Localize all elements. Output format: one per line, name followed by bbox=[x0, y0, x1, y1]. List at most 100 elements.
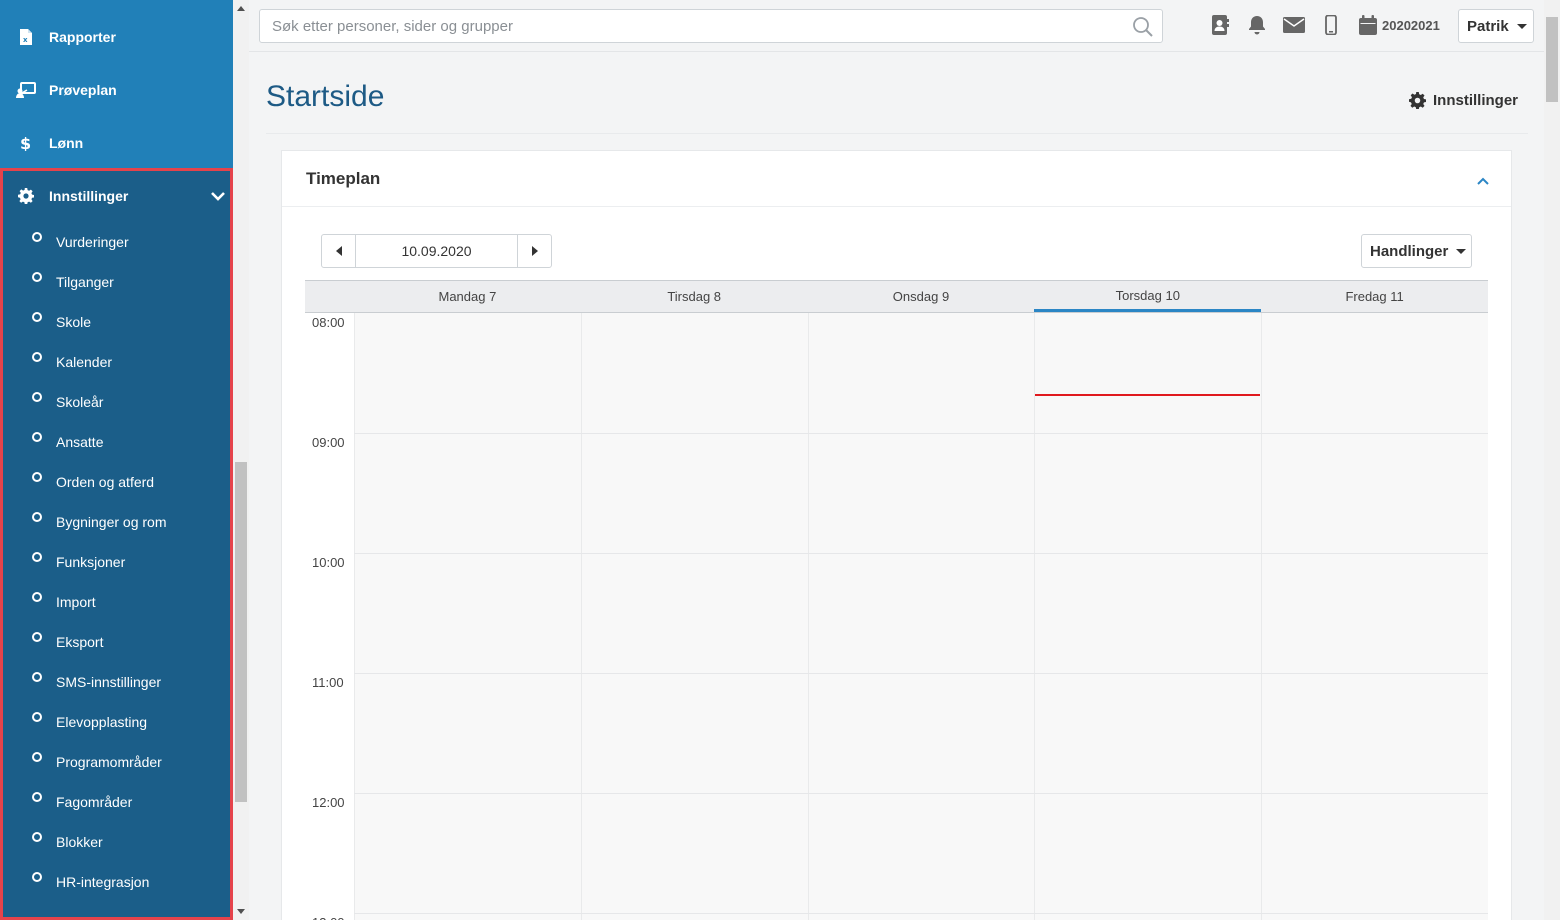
timeplan-header: Timeplan bbox=[282, 151, 1511, 207]
settings-item-label: Import bbox=[56, 594, 96, 610]
search-input[interactable] bbox=[260, 10, 1120, 42]
bell-icon[interactable] bbox=[1246, 13, 1268, 37]
report-icon: x bbox=[16, 27, 36, 47]
scroll-up-arrow-icon[interactable] bbox=[237, 6, 245, 11]
scroll-down-arrow-icon[interactable] bbox=[237, 909, 245, 914]
settings-item-label: Blokker bbox=[56, 834, 103, 850]
day-header: Onsdag 9 bbox=[892, 289, 950, 304]
previous-week-button[interactable] bbox=[322, 235, 356, 267]
circle-icon bbox=[32, 472, 42, 482]
page-settings-button[interactable]: Innstillinger bbox=[1409, 92, 1519, 110]
settings-item-label: Kalender bbox=[56, 354, 113, 370]
caret-down-icon bbox=[1456, 248, 1467, 254]
sidebar-item-label: Rapporter bbox=[49, 28, 116, 45]
circle-icon bbox=[32, 352, 42, 362]
circle-icon bbox=[32, 712, 42, 722]
settings-item-label: Bygninger og rom bbox=[56, 514, 167, 530]
timeplan-title: Timeplan bbox=[306, 168, 381, 188]
settings-item[interactable]: Skole bbox=[3, 301, 230, 341]
hour-gridline bbox=[354, 433, 1488, 434]
user-menu-button[interactable]: Patrik bbox=[1458, 9, 1534, 43]
presentation-icon bbox=[16, 80, 36, 100]
settings-item[interactable]: Blokker bbox=[3, 821, 230, 861]
chevron-up-icon[interactable] bbox=[1477, 172, 1489, 185]
settings-item-label: Ansatte bbox=[56, 434, 104, 450]
page-settings-label: Innstillinger bbox=[1433, 92, 1519, 109]
current-time-indicator bbox=[1035, 394, 1261, 396]
user-name: Patrik bbox=[1467, 17, 1509, 35]
hour-gridline bbox=[354, 793, 1488, 794]
circle-icon bbox=[32, 552, 42, 562]
dollar-icon: $ bbox=[16, 133, 36, 153]
settings-submenu: Vurderinger Tilganger Skole Kalender Skoleår… bbox=[3, 221, 230, 901]
chevron-down-icon bbox=[210, 188, 226, 204]
day-column[interactable] bbox=[1034, 313, 1262, 920]
date-picker[interactable]: 10.09.2020 bbox=[356, 235, 517, 267]
hour-gridline bbox=[354, 913, 1488, 914]
settings-item[interactable]: Elevopplasting bbox=[3, 701, 230, 741]
settings-item[interactable]: Kalender bbox=[3, 341, 230, 381]
day-column[interactable] bbox=[1261, 313, 1488, 920]
search-icon[interactable] bbox=[1132, 16, 1154, 38]
settings-item[interactable]: Funksjoner bbox=[3, 541, 230, 581]
mail-icon[interactable] bbox=[1283, 13, 1305, 37]
page-scrollbar[interactable] bbox=[1544, 0, 1560, 920]
page-title: Startside bbox=[266, 80, 385, 113]
sidebar-item-innstillinger[interactable]: Innstillinger bbox=[3, 171, 230, 221]
day-column[interactable] bbox=[807, 313, 1035, 920]
time-label: 11:00 bbox=[312, 675, 344, 690]
date-navigator: 10.09.2020 bbox=[321, 234, 552, 268]
contacts-icon[interactable] bbox=[1209, 13, 1231, 37]
circle-icon bbox=[32, 272, 42, 282]
settings-item[interactable]: Orden og atferd bbox=[3, 461, 230, 501]
settings-item-label: SMS-innstillinger bbox=[56, 674, 162, 690]
sidebar-item-proveplan[interactable]: Prøveplan bbox=[0, 63, 233, 116]
sidebar-item-rapporter[interactable]: x Rapporter bbox=[0, 10, 233, 63]
calendar-day-header: Mandag 7 Tirsdag 8 Onsdag 9 Torsdag 10 Freda… bbox=[305, 280, 1488, 313]
time-label: 09:00 bbox=[312, 435, 345, 450]
settings-item-label: Tilganger bbox=[56, 274, 114, 290]
settings-item[interactable]: Programområder bbox=[3, 741, 230, 781]
settings-item[interactable]: HR-integrasjon bbox=[3, 861, 230, 901]
settings-item[interactable]: Fagområder bbox=[3, 781, 230, 821]
settings-item[interactable]: Import bbox=[3, 581, 230, 621]
day-column[interactable] bbox=[354, 313, 581, 920]
circle-icon bbox=[32, 392, 42, 402]
settings-item[interactable]: SMS-innstillinger bbox=[3, 661, 230, 701]
settings-item[interactable]: Skoleår bbox=[3, 381, 230, 421]
sidebar-item-label: Innstillinger bbox=[49, 188, 129, 204]
caret-down-icon bbox=[1516, 23, 1527, 29]
day-column[interactable] bbox=[580, 313, 808, 920]
circle-icon bbox=[32, 672, 42, 682]
settings-item[interactable]: Ansatte bbox=[3, 421, 230, 461]
school-year-label[interactable]: 20202021 bbox=[1382, 18, 1440, 33]
sidebar-scrollbar-thumb[interactable] bbox=[235, 462, 247, 802]
sidebar-item-lonn[interactable]: $ Lønn bbox=[0, 116, 233, 169]
sidebar: x Rapporter Prøveplan $ Lønn Innstilling… bbox=[0, 0, 233, 920]
settings-item[interactable]: Vurderinger bbox=[3, 221, 230, 261]
caret-left-icon bbox=[335, 246, 342, 256]
settings-item-label: HR-integrasjon bbox=[56, 874, 150, 890]
calendar-icon[interactable] bbox=[1357, 13, 1379, 37]
actions-dropdown[interactable]: Handlinger bbox=[1361, 234, 1472, 268]
actions-label: Handlinger bbox=[1370, 242, 1449, 260]
gear-icon bbox=[16, 186, 36, 206]
circle-icon bbox=[32, 752, 42, 762]
mobile-icon[interactable] bbox=[1320, 13, 1342, 37]
settings-item[interactable]: Eksport bbox=[3, 621, 230, 661]
settings-item[interactable]: Bygninger og rom bbox=[3, 501, 230, 541]
settings-item-label: Elevopplasting bbox=[56, 714, 148, 730]
time-label: 13:00 bbox=[312, 915, 345, 920]
settings-item-label: Programområder bbox=[56, 754, 162, 770]
next-week-button[interactable] bbox=[517, 235, 551, 267]
settings-section: Innstillinger Vurderinger Tilganger Skole K… bbox=[0, 168, 233, 920]
settings-item[interactable]: Tilganger bbox=[3, 261, 230, 301]
sidebar-scrollbar[interactable] bbox=[233, 0, 249, 920]
settings-item-label: Skole bbox=[56, 314, 92, 330]
page-scrollbar-thumb[interactable] bbox=[1546, 17, 1558, 102]
header-icons: 20202021 bbox=[1209, 13, 1440, 37]
sidebar-item-label: Lønn bbox=[49, 134, 84, 151]
sidebar-item-label: Prøveplan bbox=[49, 81, 117, 98]
time-label: 12:00 bbox=[312, 795, 345, 810]
settings-item-label: Vurderinger bbox=[56, 234, 129, 250]
